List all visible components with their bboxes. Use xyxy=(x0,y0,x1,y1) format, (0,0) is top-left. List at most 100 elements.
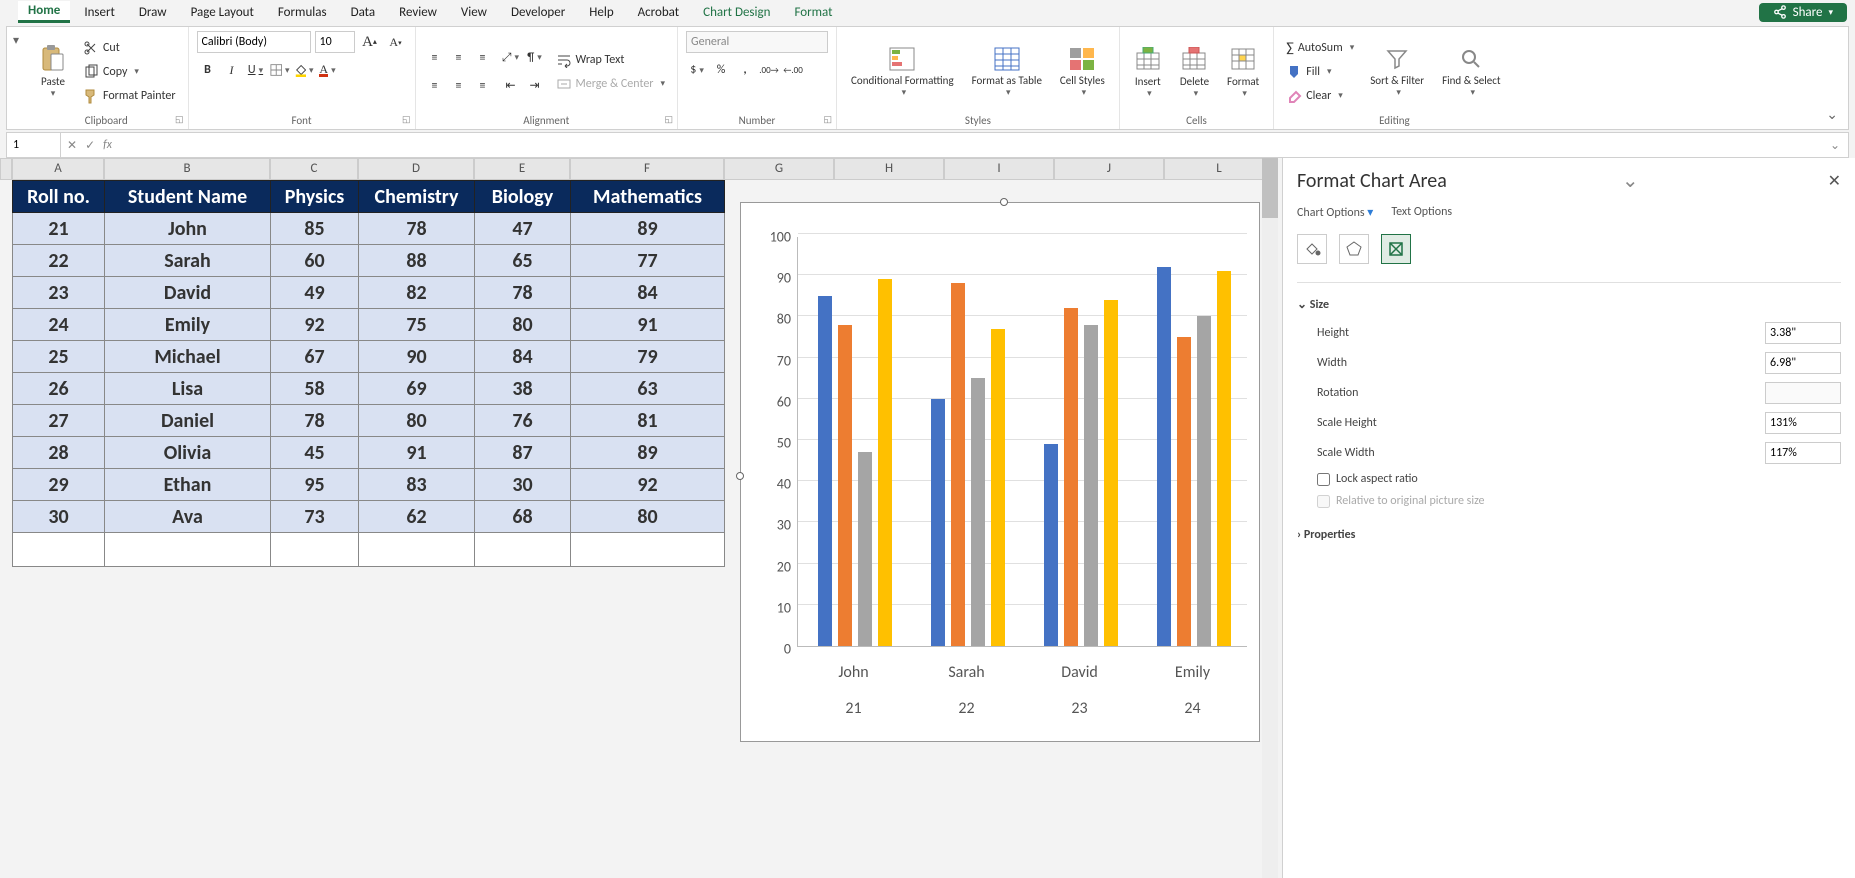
chart-bar[interactable] xyxy=(1064,308,1078,646)
table-cell[interactable]: 95 xyxy=(271,469,359,501)
table-cell[interactable]: Sarah xyxy=(105,245,271,277)
data-table[interactable]: Roll no.Student NamePhysicsChemistryBiol… xyxy=(12,180,725,567)
col-header-F[interactable]: F xyxy=(570,158,724,180)
table-cell[interactable]: Michael xyxy=(105,341,271,373)
conditional-formatting-button[interactable]: Conditional Formatting xyxy=(845,43,960,100)
col-header-B[interactable]: B xyxy=(104,158,270,180)
table-cell[interactable]: 75 xyxy=(359,309,475,341)
scale-height-input[interactable] xyxy=(1765,412,1841,434)
tab-review[interactable]: Review xyxy=(389,3,447,22)
tab-formulas[interactable]: Formulas xyxy=(268,3,337,22)
table-cell[interactable]: 21 xyxy=(13,213,105,245)
worksheet-area[interactable]: A B C D E F G H I J L Roll no.Student Na… xyxy=(0,158,1278,878)
align-right-icon[interactable]: ≡ xyxy=(472,75,494,97)
effects-tab-icon[interactable] xyxy=(1339,234,1369,264)
table-cell[interactable]: 68 xyxy=(475,501,571,533)
chart-bar[interactable] xyxy=(1084,325,1098,646)
lock-aspect-checkbox[interactable]: Lock aspect ratio xyxy=(1297,468,1841,490)
expand-formula-bar[interactable]: ⌄ xyxy=(1822,138,1848,153)
delete-cells-button[interactable]: Delete xyxy=(1174,43,1215,101)
table-cell[interactable]: 89 xyxy=(571,437,725,469)
table-header[interactable]: Chemistry xyxy=(359,181,475,213)
enter-formula-icon[interactable]: ✓ xyxy=(85,138,95,153)
decrease-decimal-button[interactable]: ←.00 xyxy=(782,59,804,81)
chart-bar[interactable] xyxy=(931,399,945,646)
close-pane-button[interactable]: ✕ xyxy=(1828,171,1841,191)
borders-button[interactable] xyxy=(269,59,291,81)
percent-format-button[interactable]: % xyxy=(710,59,732,81)
chart-bar[interactable] xyxy=(1044,444,1058,646)
table-cell[interactable]: 49 xyxy=(271,277,359,309)
width-input[interactable] xyxy=(1765,352,1841,374)
table-cell[interactable]: 85 xyxy=(271,213,359,245)
underline-button[interactable]: U xyxy=(245,59,267,81)
table-cell[interactable]: 73 xyxy=(271,501,359,533)
tab-home[interactable]: Home xyxy=(18,1,70,23)
table-cell[interactable]: 92 xyxy=(271,309,359,341)
orientation-button[interactable]: ⤢ xyxy=(500,47,522,69)
size-properties-tab-icon[interactable] xyxy=(1381,234,1411,264)
table-header[interactable]: Roll no. xyxy=(13,181,105,213)
height-input[interactable] xyxy=(1765,322,1841,344)
table-cell[interactable]: 23 xyxy=(13,277,105,309)
properties-section-header[interactable]: › Properties xyxy=(1297,522,1841,548)
table-cell[interactable]: 91 xyxy=(359,437,475,469)
col-header-J[interactable]: J xyxy=(1054,158,1164,180)
chart-bar[interactable] xyxy=(858,452,872,646)
table-cell[interactable]: 67 xyxy=(271,341,359,373)
table-cell[interactable]: Ava xyxy=(105,501,271,533)
table-cell[interactable]: 47 xyxy=(475,213,571,245)
table-cell[interactable]: 88 xyxy=(359,245,475,277)
table-cell[interactable]: David xyxy=(105,277,271,309)
table-cell[interactable]: 92 xyxy=(571,469,725,501)
decrease-indent-icon[interactable]: ⇤ xyxy=(500,75,522,97)
bold-button[interactable]: B xyxy=(197,59,219,81)
table-header[interactable]: Biology xyxy=(475,181,571,213)
table-cell[interactable]: John xyxy=(105,213,271,245)
tab-draw[interactable]: Draw xyxy=(129,3,177,22)
name-box[interactable] xyxy=(7,133,61,157)
decrease-font-icon[interactable]: A▾ xyxy=(385,31,407,53)
accounting-format-button[interactable]: $ xyxy=(686,59,708,81)
font-color-button[interactable]: A xyxy=(317,59,339,81)
table-cell[interactable]: 84 xyxy=(571,277,725,309)
fill-line-tab-icon[interactable] xyxy=(1297,234,1327,264)
cell-styles-button[interactable]: Cell Styles xyxy=(1054,43,1111,100)
align-left-icon[interactable]: ≡ xyxy=(424,75,446,97)
col-header-E[interactable]: E xyxy=(474,158,570,180)
table-cell[interactable]: 63 xyxy=(571,373,725,405)
table-cell[interactable]: 24 xyxy=(13,309,105,341)
table-cell[interactable]: 27 xyxy=(13,405,105,437)
col-header-D[interactable]: D xyxy=(358,158,474,180)
chart-bar[interactable] xyxy=(991,329,1005,646)
table-cell[interactable]: 84 xyxy=(475,341,571,373)
table-cell[interactable]: 89 xyxy=(571,213,725,245)
table-cell[interactable]: Emily xyxy=(105,309,271,341)
fill-button[interactable]: Fill xyxy=(1282,61,1358,83)
table-cell[interactable]: Daniel xyxy=(105,405,271,437)
col-header-C[interactable]: C xyxy=(270,158,358,180)
pane-dropdown-icon[interactable]: ⌄ xyxy=(1622,168,1639,193)
wrap-text-button[interactable]: Wrap Text xyxy=(552,49,670,71)
select-all-corner[interactable] xyxy=(0,158,12,180)
align-bottom-icon[interactable]: ≡ xyxy=(472,47,494,69)
sort-filter-button[interactable]: Sort & Filter xyxy=(1364,43,1430,100)
table-cell[interactable]: 30 xyxy=(13,501,105,533)
chart-bar[interactable] xyxy=(1157,267,1171,646)
font-dialog-launcher[interactable]: ◱ xyxy=(402,114,411,125)
embedded-chart[interactable]: 0102030405060708090100John21Sarah22David… xyxy=(740,202,1260,742)
align-middle-icon[interactable]: ≡ xyxy=(448,47,470,69)
table-cell[interactable]: 65 xyxy=(475,245,571,277)
table-cell[interactable]: Olivia xyxy=(105,437,271,469)
table-cell[interactable]: 58 xyxy=(271,373,359,405)
col-header-H[interactable]: H xyxy=(834,158,944,180)
table-cell[interactable]: 90 xyxy=(359,341,475,373)
table-cell[interactable]: 26 xyxy=(13,373,105,405)
increase-decimal-button[interactable]: .00→ xyxy=(758,59,780,81)
share-button[interactable]: Share ▾ xyxy=(1759,3,1847,22)
fill-color-button[interactable] xyxy=(293,59,315,81)
chart-bar[interactable] xyxy=(1177,337,1191,646)
table-cell[interactable]: 45 xyxy=(271,437,359,469)
align-center-icon[interactable]: ≡ xyxy=(448,75,470,97)
tab-format[interactable]: Format xyxy=(784,3,842,22)
